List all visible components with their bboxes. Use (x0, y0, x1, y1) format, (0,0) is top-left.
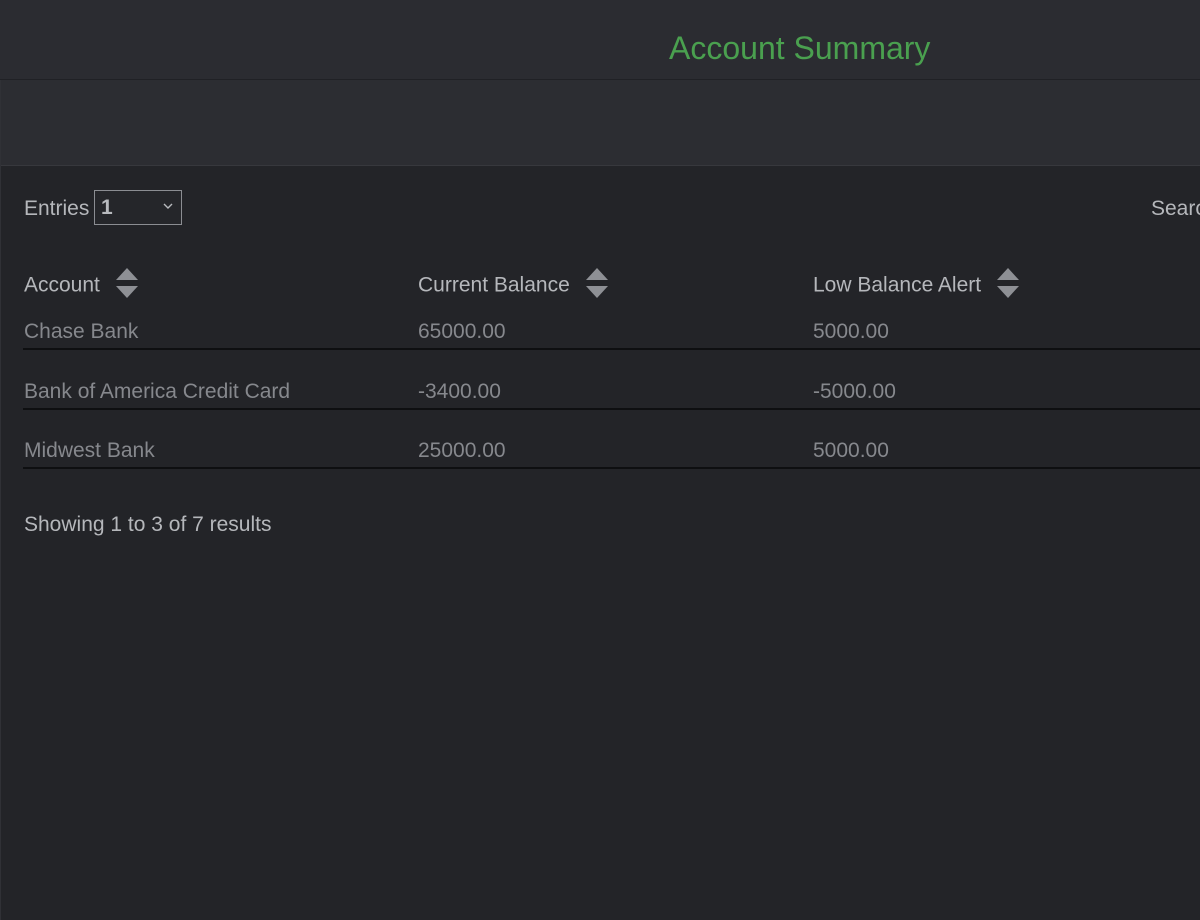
sort-icon (115, 268, 138, 298)
entries-select[interactable]: 1 (94, 190, 182, 225)
column-header-current-balance[interactable]: Current Balance (418, 268, 610, 304)
panel-header (1, 80, 1200, 166)
cell-low-balance-alert: -5000.00 (813, 380, 896, 403)
cell-account: Chase Bank (24, 320, 139, 343)
results-info: Showing 1 to 3 of 7 results (24, 513, 272, 536)
cell-low-balance-alert: 5000.00 (813, 439, 889, 462)
entries-select-value: 1 (101, 196, 113, 219)
sort-icon (585, 268, 608, 298)
row-divider (23, 348, 1200, 350)
cell-current-balance: 25000.00 (418, 439, 506, 462)
entries-label: Entries (24, 197, 90, 220)
column-header-low-balance-alert[interactable]: Low Balance Alert (813, 268, 1021, 304)
search-label: Searc (1151, 197, 1200, 220)
page-title: Account Summary (669, 30, 931, 66)
column-header-label: Account (24, 273, 100, 297)
cell-current-balance: -3400.00 (418, 380, 501, 403)
cell-account: Bank of America Credit Card (24, 380, 291, 403)
column-header-label: Current Balance (418, 273, 570, 297)
cell-account: Midwest Bank (24, 439, 155, 462)
cell-current-balance: 65000.00 (418, 320, 506, 343)
column-header-account[interactable]: Account (24, 268, 140, 304)
column-header-label: Low Balance Alert (813, 273, 982, 297)
cell-low-balance-alert: 5000.00 (813, 320, 889, 343)
top-bar (0, 0, 1200, 80)
chevron-down-icon (163, 203, 173, 209)
row-divider (23, 467, 1200, 469)
row-divider (23, 408, 1200, 410)
sort-icon (996, 268, 1019, 298)
